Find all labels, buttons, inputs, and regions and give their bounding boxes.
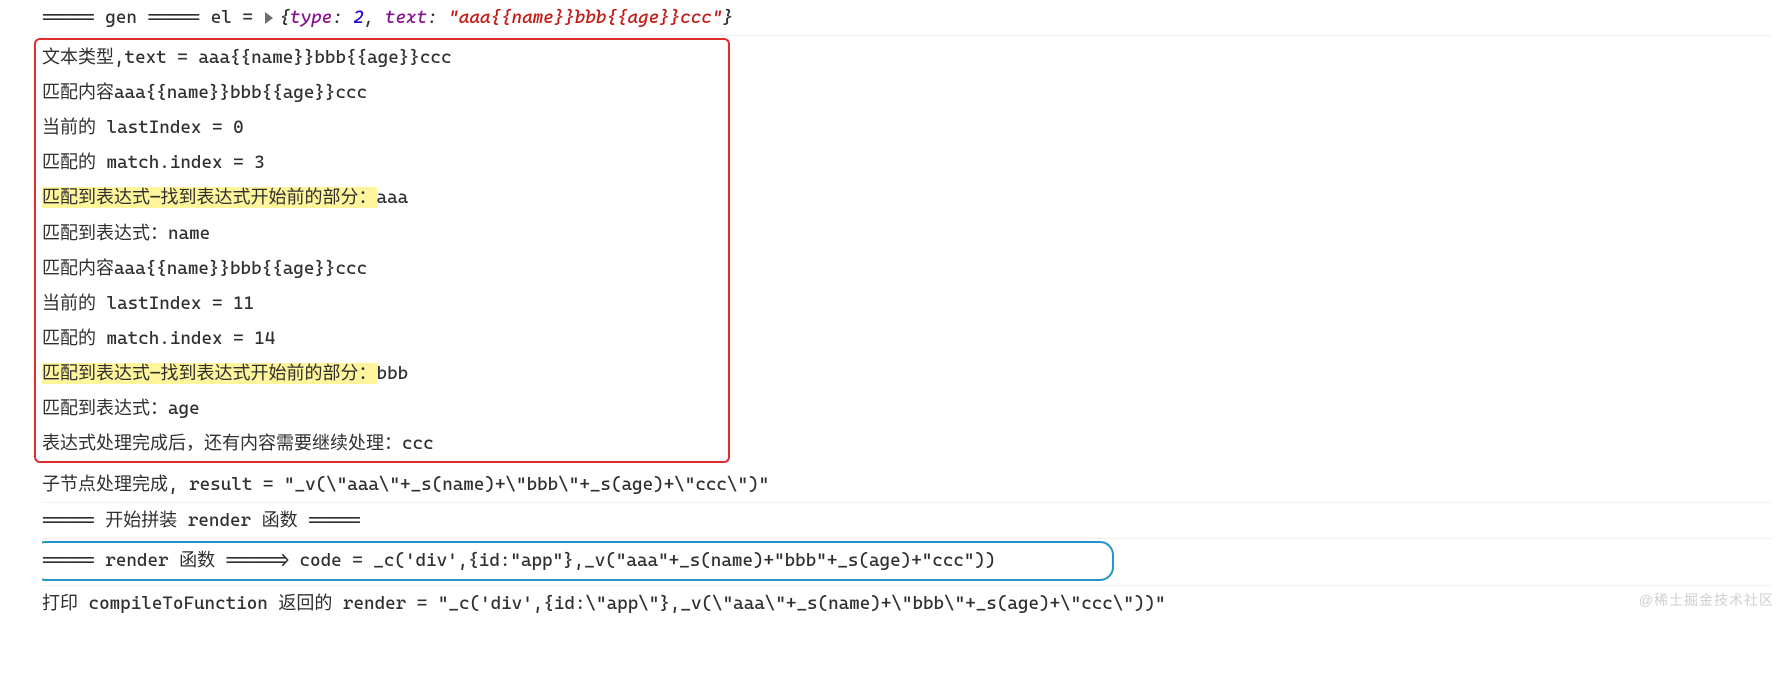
log-line-object[interactable]: ===== gen ===== el = {type: 2, text: "aa… bbox=[42, 0, 1772, 36]
highlighted-text: 匹配到表达式—找到表达式开始前的部分： bbox=[42, 187, 377, 208]
highlighted-text: 匹配到表达式—找到表达式开始前的部分： bbox=[42, 363, 377, 384]
object-preview[interactable]: {type: 2, text: "aaa{{name}}bbb{{age}}cc… bbox=[279, 7, 733, 28]
watermark-text: @稀土掘金技术社区 bbox=[1639, 587, 1774, 614]
log-line: 匹配到表达式—找到表达式开始前的部分：aaa bbox=[42, 180, 728, 215]
highlight-box-red: 文本类型,text = aaa{{name}}bbb{{age}}ccc匹配内容… bbox=[34, 38, 730, 463]
log-line: 文本类型,text = aaa{{name}}bbb{{age}}ccc bbox=[42, 40, 728, 75]
log-line: 子节点处理完成, result = "_v(\"aaa\"+_s(name)+\… bbox=[42, 467, 1772, 503]
log-line: 匹配的 match.index = 14 bbox=[42, 321, 728, 356]
expand-arrow-icon[interactable] bbox=[265, 12, 273, 24]
log-line-blue-wrap: ===== render 函数 =====> code = _c('div',{… bbox=[42, 539, 1772, 585]
log-line: 匹配内容aaa{{name}}bbb{{age}}ccc bbox=[42, 251, 728, 286]
highlight-box-blue: ===== render 函数 =====> code = _c('div',{… bbox=[42, 541, 1114, 580]
log-line: 匹配到表达式：age bbox=[42, 391, 728, 426]
log-line: 匹配的 match.index = 3 bbox=[42, 145, 728, 180]
log-line: 当前的 lastIndex = 11 bbox=[42, 286, 728, 321]
log-line: 打印 compileToFunction 返回的 render = "_c('d… bbox=[42, 586, 1772, 621]
log-line: 匹配到表达式—找到表达式开始前的部分：bbb bbox=[42, 356, 728, 391]
log-line: 当前的 lastIndex = 0 bbox=[42, 110, 728, 145]
log-line: ===== 开始拼装 render 函数 ===== bbox=[42, 503, 1772, 539]
log-line: 匹配到表达式：name bbox=[42, 216, 728, 251]
log-line: 表达式处理完成后，还有内容需要继续处理：ccc bbox=[42, 426, 728, 461]
log-line: 匹配内容aaa{{name}}bbb{{age}}ccc bbox=[42, 75, 728, 110]
log-prefix: ===== gen ===== el = bbox=[42, 7, 263, 28]
console-panel: ===== gen ===== el = {type: 2, text: "aa… bbox=[0, 0, 1792, 621]
